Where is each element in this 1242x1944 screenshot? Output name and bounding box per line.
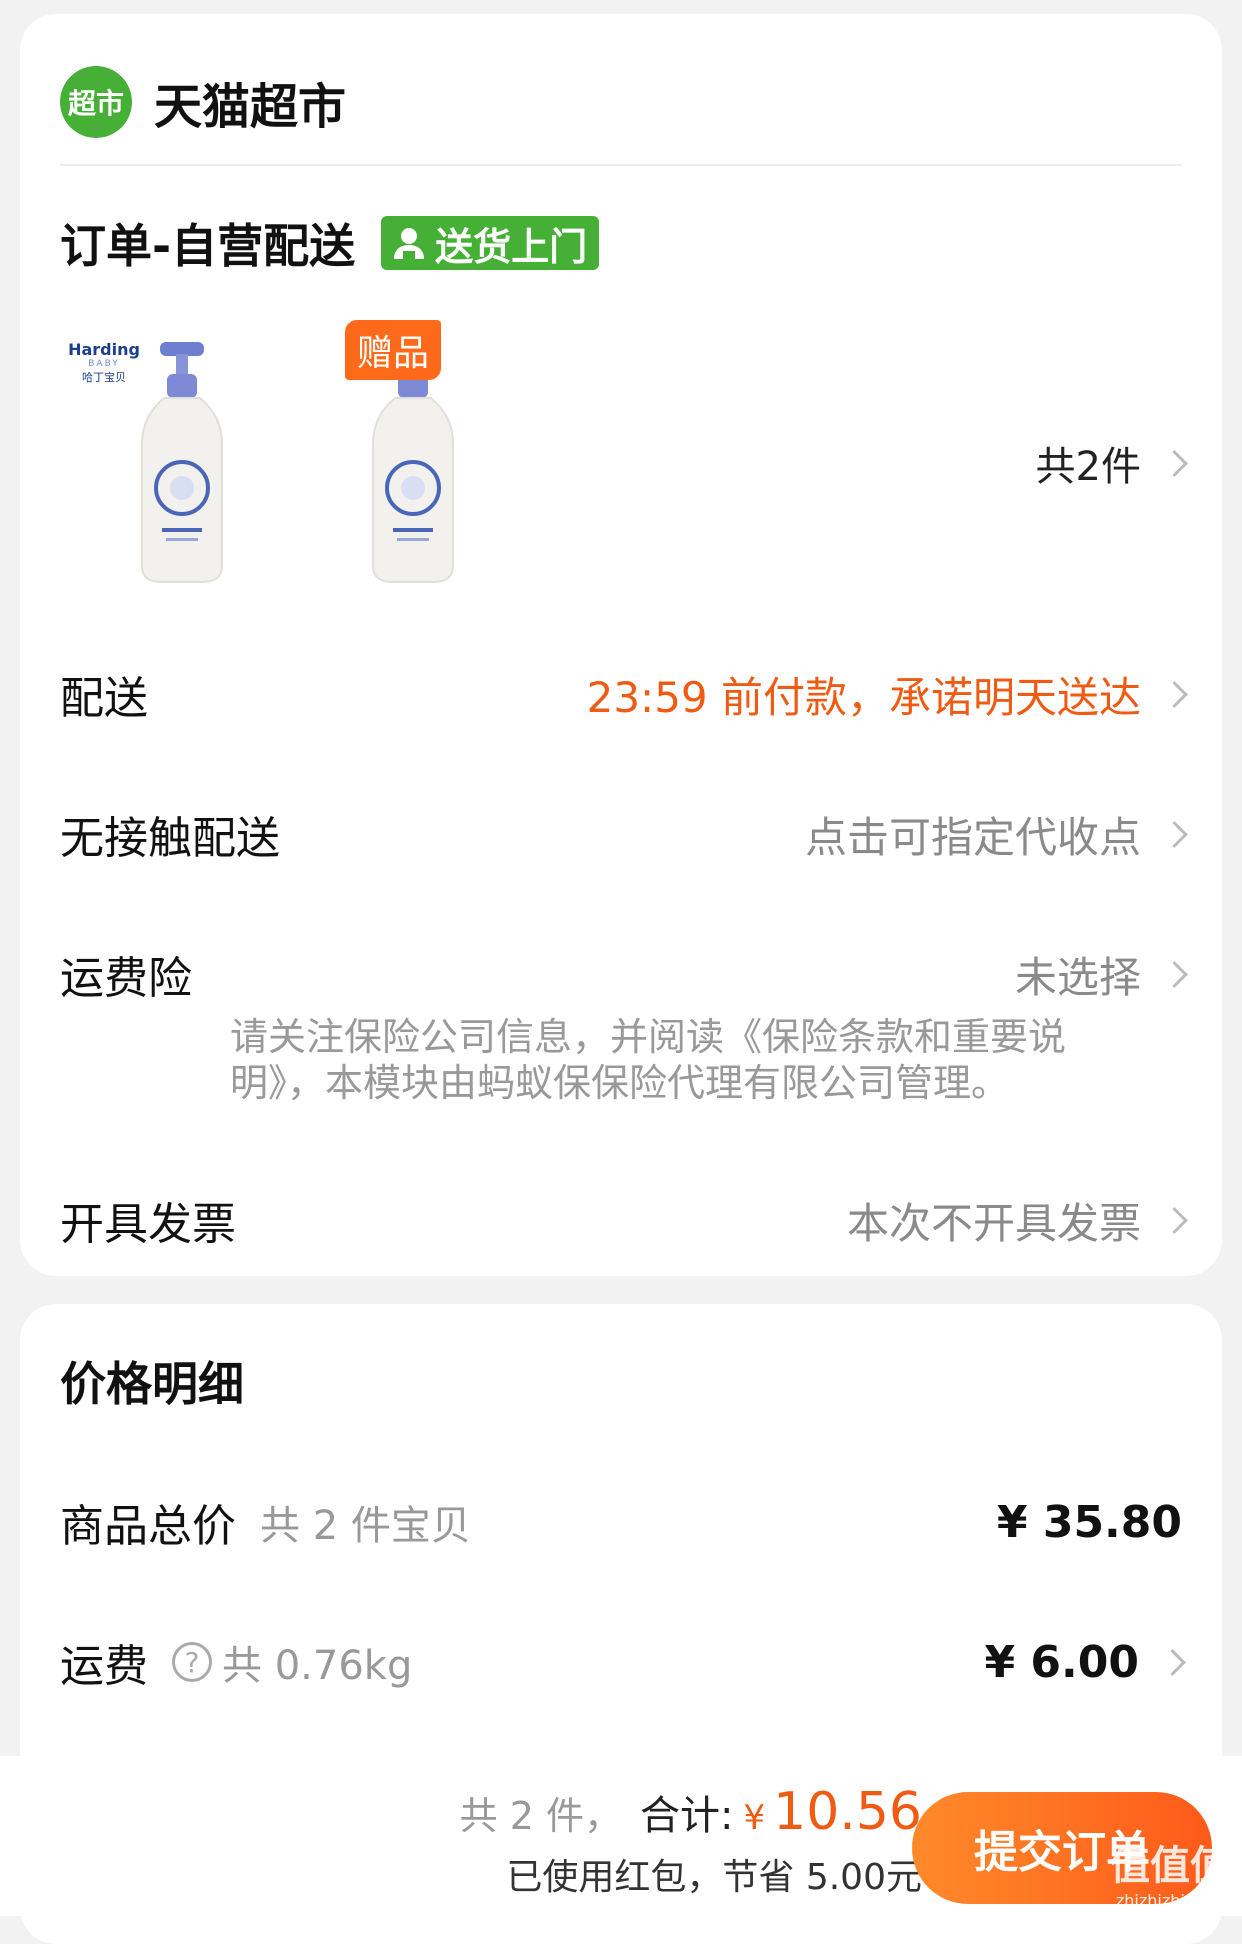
insurance-note[interactable]: 请关注保险公司信息，并阅读《保险条款和重要说明》，本模块由蚂蚁保保险代理有限公司… bbox=[230, 1014, 1130, 1106]
red-packet-saving: 已使用红包，节省 5.00元 bbox=[506, 1857, 922, 1898]
shipping-fee-value: ¥ 6.00 bbox=[984, 1636, 1140, 1688]
chevron-right-icon bbox=[1161, 449, 1188, 477]
subtotal-item-count: 共 2 件宝贝 bbox=[260, 1503, 471, 1549]
order-card: 超市 天猫超市 订单-自营配送 送货上门 Harding BABY 哈丁宝贝 赠… bbox=[20, 14, 1222, 1276]
delivery-row[interactable]: 配送 23:59 前付款，承诺明天送达 bbox=[60, 654, 1188, 734]
shipping-weight: 共 0.76kg bbox=[222, 1643, 413, 1689]
store-name: 天猫超市 bbox=[154, 79, 347, 135]
item-count: 共2件 bbox=[1035, 444, 1141, 490]
divider bbox=[60, 164, 1182, 166]
chevron-right-icon bbox=[1161, 680, 1188, 708]
contactless-value: 点击可指定代收点 bbox=[804, 812, 1141, 862]
insurance-value: 未选择 bbox=[1014, 952, 1141, 1002]
total-label: 合计: bbox=[640, 1793, 734, 1839]
shipping-fee-row[interactable]: 运费 ? 共 0.76kg ¥ 6.00 bbox=[60, 1622, 1186, 1702]
shipping-fee-label: 运费 bbox=[60, 1641, 148, 1692]
chevron-right-icon bbox=[1161, 1206, 1188, 1234]
delivery-label: 配送 bbox=[60, 673, 148, 724]
total-item-count: 共 2 件， bbox=[459, 1794, 622, 1838]
watermark: 值值值 zhizhizhi.com bbox=[1110, 1843, 1230, 1910]
gift-tag: 赠品 bbox=[345, 320, 442, 380]
shipping-insurance-row[interactable]: 运费险 未选择 bbox=[60, 934, 1188, 1014]
subtotal-row: 商品总价 共 2 件宝贝 ¥ 35.80 bbox=[60, 1482, 1182, 1562]
person-icon bbox=[394, 228, 425, 259]
chevron-right-icon bbox=[1161, 820, 1188, 848]
chevron-right-icon bbox=[1161, 960, 1188, 988]
subtotal-label: 商品总价 bbox=[60, 1501, 236, 1552]
order-title: 订单-自营配送 bbox=[60, 219, 356, 273]
brand-logo: Harding BABY 哈丁宝贝 bbox=[68, 340, 140, 384]
store-header[interactable]: 超市 天猫超市 bbox=[60, 52, 346, 152]
invoice-row[interactable]: 开具发票 本次不开具发票 bbox=[60, 1180, 1188, 1260]
delivery-promise: 23:59 前付款，承诺明天送达 bbox=[586, 672, 1141, 722]
invoice-value: 本次不开具发票 bbox=[846, 1198, 1141, 1248]
product-thumbnail[interactable]: Harding BABY 哈丁宝贝 bbox=[64, 320, 244, 590]
badge-label: 送货上门 bbox=[435, 224, 588, 269]
invoice-label: 开具发票 bbox=[60, 1199, 236, 1250]
checkout-bar: 共 2 件， 合计: ¥ 10.56 已使用红包，节省 5.00元 提交订单 值… bbox=[0, 1756, 1242, 1916]
help-icon[interactable]: ? bbox=[172, 1642, 212, 1682]
order-title-row: 订单-自营配送 送货上门 bbox=[60, 210, 600, 276]
currency-symbol: ¥ bbox=[743, 1798, 766, 1838]
chevron-right-icon bbox=[1159, 1648, 1186, 1676]
item-count-link[interactable]: 共2件 bbox=[1035, 434, 1188, 492]
contactless-label: 无接触配送 bbox=[60, 813, 280, 864]
contactless-delivery-row[interactable]: 无接触配送 点击可指定代收点 bbox=[60, 794, 1188, 874]
store-logo: 超市 bbox=[60, 66, 132, 138]
order-summary: 共 2 件， 合计: ¥ 10.56 已使用红包，节省 5.00元 bbox=[460, 1782, 922, 1900]
price-detail-title: 价格明细 bbox=[60, 1357, 244, 1411]
gift-product-thumbnail[interactable]: 赠品 bbox=[345, 320, 525, 590]
insurance-label: 运费险 bbox=[60, 953, 192, 1004]
total-amount: 10.56 bbox=[773, 1782, 922, 1842]
home-delivery-badge: 送货上门 bbox=[381, 216, 600, 270]
subtotal-value: ¥ 35.80 bbox=[996, 1496, 1182, 1548]
